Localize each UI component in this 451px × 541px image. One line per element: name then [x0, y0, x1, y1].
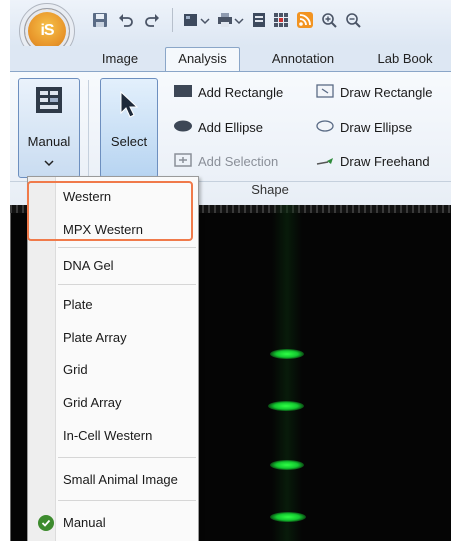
- shape-group-label: Shape: [251, 182, 289, 197]
- menu-separator: [58, 284, 196, 285]
- add-ellipse-command[interactable]: Add Ellipse: [174, 116, 263, 138]
- tab-annotation[interactable]: Annotation: [258, 48, 348, 70]
- toolbar-separator: [172, 8, 173, 32]
- freehand-pen-icon: [316, 154, 334, 169]
- app-window: iS Image Analysis Annotation Lab Book Ma…: [0, 0, 451, 541]
- add-selection-icon: [174, 152, 192, 170]
- draw-ellipse-label: Draw Ellipse: [340, 119, 413, 135]
- add-selection-command[interactable]: Add Selection: [174, 150, 278, 172]
- tab-image[interactable]: Image: [85, 48, 155, 70]
- draw-rectangle-label: Draw Rectangle: [340, 84, 433, 100]
- report-icon[interactable]: [250, 10, 268, 30]
- grid-icon[interactable]: [272, 10, 290, 30]
- add-ellipse-label: Add Ellipse: [198, 119, 264, 135]
- draw-ellipse-command[interactable]: Draw Ellipse: [316, 116, 412, 138]
- menu-separator: [58, 500, 196, 501]
- menu-separator: [58, 247, 196, 248]
- check-icon: [38, 515, 54, 531]
- zoom-out-icon[interactable]: [344, 10, 362, 30]
- image-menu-icon[interactable]: [182, 10, 212, 30]
- menu-item-grid[interactable]: Grid: [63, 359, 88, 381]
- select-button[interactable]: Select: [100, 78, 158, 178]
- menu-item-plate[interactable]: Plate: [63, 294, 93, 316]
- manual-icon: [36, 87, 62, 116]
- draw-rectangle-icon: [316, 83, 334, 101]
- draw-rectangle-command[interactable]: Draw Rectangle: [316, 81, 433, 103]
- draw-ellipse-icon: [316, 119, 334, 135]
- gel-band: [270, 512, 306, 522]
- print-icon[interactable]: [216, 10, 246, 30]
- add-selection-label: Add Selection: [198, 153, 279, 169]
- menu-item-dna-gel[interactable]: DNA Gel: [63, 255, 114, 277]
- rss-icon[interactable]: [296, 10, 314, 30]
- redo-icon[interactable]: [142, 10, 162, 30]
- menu-item-manual[interactable]: Manual: [63, 512, 106, 534]
- ellipse-icon: [174, 120, 192, 135]
- add-rectangle-label: Add Rectangle: [198, 84, 284, 100]
- rectangle-icon: [174, 84, 192, 100]
- manual-label: Manual: [27, 134, 71, 149]
- cursor-arrow-icon: [119, 90, 141, 122]
- ribbon-separator: [88, 80, 89, 176]
- menu-item-small-animal-image[interactable]: Small Animal Image: [63, 469, 178, 491]
- add-rectangle-command[interactable]: Add Rectangle: [174, 81, 283, 103]
- zoom-in-icon[interactable]: [320, 10, 338, 30]
- menu-item-in-cell-western[interactable]: In-Cell Western: [63, 425, 152, 447]
- tab-analysis[interactable]: Analysis: [165, 48, 240, 70]
- chevron-down-icon: [43, 155, 55, 170]
- draw-freehand-command[interactable]: Draw Freehand: [316, 150, 430, 172]
- undo-icon[interactable]: [116, 10, 136, 30]
- tab-lab-book[interactable]: Lab Book: [365, 48, 445, 70]
- gel-band: [270, 460, 304, 470]
- gel-band: [268, 401, 304, 411]
- select-label: Select: [110, 134, 148, 149]
- manual-button[interactable]: Manual: [18, 78, 80, 178]
- menu-item-grid-array[interactable]: Grid Array: [63, 392, 122, 414]
- draw-freehand-label: Draw Freehand: [340, 153, 430, 169]
- gel-band: [270, 349, 304, 359]
- save-icon[interactable]: [90, 10, 110, 30]
- menu-item-plate-array[interactable]: Plate Array: [63, 327, 127, 349]
- western-options-highlight: [27, 181, 193, 241]
- gel-lane: [272, 205, 302, 541]
- menu-separator: [58, 457, 196, 458]
- app-logo-text: iS: [40, 22, 54, 39]
